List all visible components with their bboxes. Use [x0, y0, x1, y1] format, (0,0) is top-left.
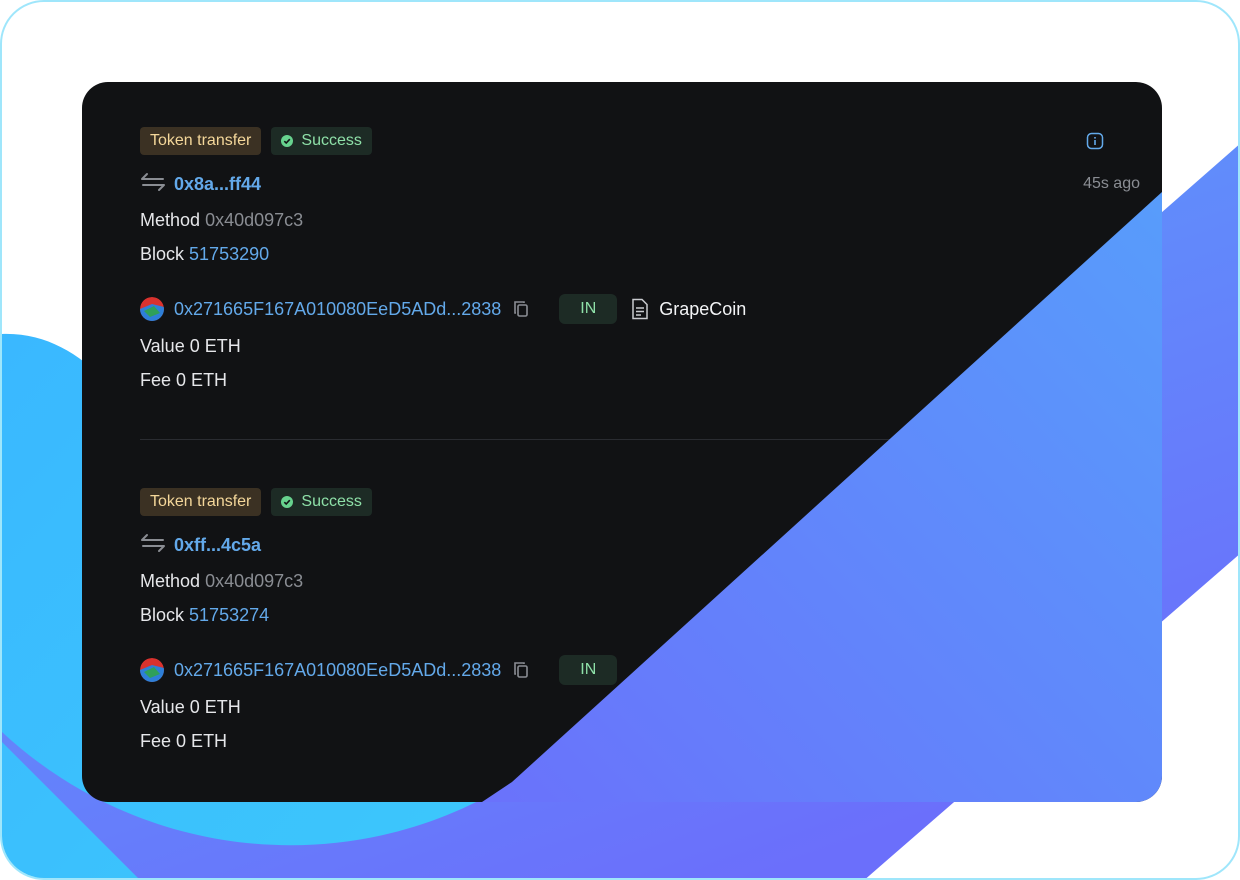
- tx-timestamp: 45s ago: [1083, 175, 1140, 192]
- copy-icon[interactable]: [513, 661, 529, 679]
- block-row: Block 51753274: [140, 604, 1140, 626]
- tx-hash-link[interactable]: 0xff...4c5a: [174, 535, 261, 556]
- avatar-icon: [140, 658, 164, 682]
- direction-badge: IN: [559, 655, 618, 685]
- success-check-icon: [281, 496, 294, 508]
- divider: [140, 439, 1104, 440]
- fee-amount: 0 ETH: [176, 370, 228, 390]
- transactions-card: Token transfer Success 0x8a...ff44 45s a…: [82, 82, 1162, 802]
- token-name: GrapeCoin: [659, 298, 747, 319]
- avatar-icon: [140, 297, 164, 321]
- tx-type-badge: Token transfer: [140, 127, 262, 155]
- block-row: Block 51753290: [140, 243, 1140, 265]
- method-row: Method 0x40d097c3: [140, 209, 1140, 231]
- tx-hash-link[interactable]: 0x8a...ff44: [174, 174, 261, 195]
- value-label: Value: [140, 697, 185, 717]
- address-link[interactable]: 0x271665F167A010080EeD5ADd...2838: [174, 660, 501, 681]
- address-link[interactable]: 0x271665F167A010080EeD5ADd...2838: [174, 299, 501, 320]
- transaction-item: Token transfer Success 0x8a...ff44 45s a…: [140, 127, 1140, 391]
- value-label: Value: [140, 336, 185, 356]
- status-label: Success: [301, 493, 362, 510]
- block-label: Block: [140, 605, 185, 625]
- transfer-icon: [140, 172, 166, 197]
- copy-icon[interactable]: [513, 300, 529, 318]
- value-row: Value 0 ETH: [140, 335, 1140, 357]
- method-value: 0x40d097c3: [205, 571, 304, 591]
- fee-row: Fee 0 ETH: [140, 369, 1140, 391]
- method-label: Method: [140, 571, 201, 591]
- fee-label: Fee: [140, 731, 172, 751]
- status-badge: Success: [271, 488, 372, 516]
- value-amount: 0 ETH: [189, 697, 241, 717]
- direction-badge: IN: [559, 294, 618, 324]
- fee-label: Fee: [140, 370, 172, 390]
- document-icon: [632, 298, 649, 320]
- method-label: Method: [140, 210, 201, 230]
- value-row: Value 0 ETH: [140, 696, 1140, 718]
- fee-row: Fee 0 ETH: [140, 730, 1140, 752]
- transfer-icon: [140, 533, 166, 558]
- value-amount: 0 ETH: [189, 336, 241, 356]
- transaction-item: Token transfer Success 0xff...4c5a Metho…: [140, 488, 1140, 752]
- block-label: Block: [140, 244, 185, 264]
- success-check-icon: [281, 135, 294, 147]
- status-badge: Success: [271, 127, 372, 155]
- token-link[interactable]: GrapeCoin: [631, 298, 746, 320]
- screenshot-frame: Token transfer Success 0x8a...ff44 45s a…: [0, 0, 1240, 880]
- tx-type-badge: Token transfer: [140, 488, 262, 516]
- block-link[interactable]: 51753274: [189, 605, 269, 625]
- method-row: Method 0x40d097c3: [140, 570, 1140, 592]
- status-label: Success: [301, 132, 362, 149]
- method-value: 0x40d097c3: [205, 210, 304, 230]
- block-link[interactable]: 51753290: [189, 244, 269, 264]
- fee-amount: 0 ETH: [176, 731, 228, 751]
